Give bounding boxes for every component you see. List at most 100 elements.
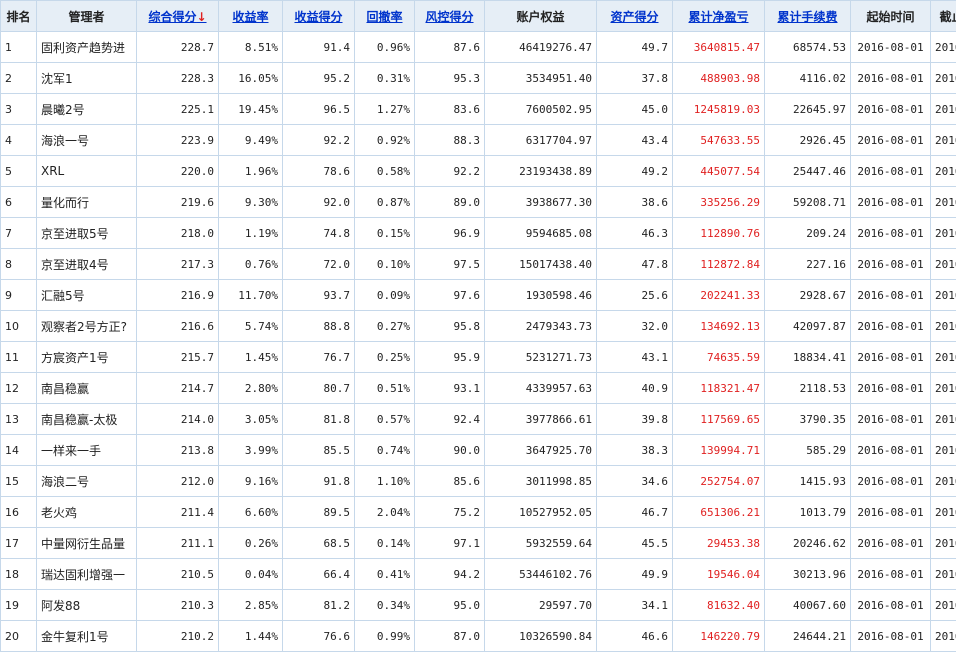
cell-risk-score: 95.3 — [415, 63, 485, 94]
cell-risk-score: 89.0 — [415, 187, 485, 218]
cell-start-time: 2016-08-01 — [851, 94, 931, 125]
sort-cum-pnl[interactable]: 累计净盈亏 — [673, 1, 765, 32]
cell-rank: 9 — [1, 280, 37, 311]
cell-end-time: 2016-08-11 — [931, 342, 956, 373]
cell-return-score: 88.8 — [283, 311, 355, 342]
cell-drawdown: 0.15% — [355, 218, 415, 249]
cell-equity: 3534951.40 — [485, 63, 597, 94]
cell-composite-score: 216.6 — [137, 311, 219, 342]
cell-cum-fee: 68574.53 — [765, 32, 851, 63]
cell-composite-score: 216.9 — [137, 280, 219, 311]
cell-asset-score: 49.7 — [597, 32, 673, 63]
cell-cum-fee: 59208.71 — [765, 187, 851, 218]
cell-return-score: 66.4 — [283, 559, 355, 590]
cell-asset-score: 46.7 — [597, 497, 673, 528]
cell-end-time: 2016-08-11 — [931, 156, 956, 187]
cell-return-rate: 16.05% — [219, 63, 283, 94]
table-row: 14一样来一手213.83.99%85.50.74%90.03647925.70… — [1, 435, 956, 466]
cell-cum-fee: 1013.79 — [765, 497, 851, 528]
cell-end-time: 2016-08-11 — [931, 497, 956, 528]
cell-equity: 4339957.63 — [485, 373, 597, 404]
cell-end-time: 2016-08-11 — [931, 435, 956, 466]
cell-equity: 1930598.46 — [485, 280, 597, 311]
cell-risk-score: 96.9 — [415, 218, 485, 249]
cell-start-time: 2016-08-01 — [851, 466, 931, 497]
cell-start-time: 2016-08-01 — [851, 187, 931, 218]
cell-cum-pnl: 19546.04 — [673, 559, 765, 590]
cell-risk-score: 87.0 — [415, 621, 485, 652]
cell-start-time: 2016-08-01 — [851, 373, 931, 404]
cell-rank: 19 — [1, 590, 37, 621]
cell-return-score: 92.0 — [283, 187, 355, 218]
table-row: 4海浪一号223.99.49%92.20.92%88.36317704.9743… — [1, 125, 956, 156]
cell-return-rate: 2.80% — [219, 373, 283, 404]
cell-cum-pnl: 488903.98 — [673, 63, 765, 94]
cell-rank: 10 — [1, 311, 37, 342]
cell-start-time: 2016-08-01 — [851, 249, 931, 280]
cell-start-time: 2016-08-01 — [851, 63, 931, 94]
sort-drawdown[interactable]: 回撤率 — [355, 1, 415, 32]
cell-equity: 3647925.70 — [485, 435, 597, 466]
cell-cum-fee: 24644.21 — [765, 621, 851, 652]
cell-end-time: 2016-08-10 — [931, 125, 956, 156]
cell-asset-score: 46.3 — [597, 218, 673, 249]
cell-composite-score: 215.7 — [137, 342, 219, 373]
table-row: 9汇融5号216.911.70%93.70.09%97.61930598.462… — [1, 280, 956, 311]
header-composite-label: 综合得分 — [148, 10, 196, 24]
sort-return-rate[interactable]: 收益率 — [219, 1, 283, 32]
cell-drawdown: 0.92% — [355, 125, 415, 156]
cell-end-time: 2016-08-11 — [931, 404, 956, 435]
cell-drawdown: 1.27% — [355, 94, 415, 125]
cell-equity: 3938677.30 — [485, 187, 597, 218]
sort-return-score[interactable]: 收益得分 — [283, 1, 355, 32]
cell-asset-score: 45.0 — [597, 94, 673, 125]
cell-return-score: 81.2 — [283, 590, 355, 621]
cell-end-time: 2016-08-11 — [931, 218, 956, 249]
cell-return-score: 95.2 — [283, 63, 355, 94]
cell-manager: 一样来一手 — [37, 435, 137, 466]
cell-risk-score: 90.0 — [415, 435, 485, 466]
cell-drawdown: 0.51% — [355, 373, 415, 404]
sort-asset-score[interactable]: 资产得分 — [597, 1, 673, 32]
header-equity: 账户权益 — [485, 1, 597, 32]
cell-asset-score: 39.8 — [597, 404, 673, 435]
cell-drawdown: 0.34% — [355, 590, 415, 621]
cell-return-score: 93.7 — [283, 280, 355, 311]
cell-start-time: 2016-08-01 — [851, 156, 931, 187]
cell-cum-fee: 20246.62 — [765, 528, 851, 559]
cell-cum-pnl: 3640815.47 — [673, 32, 765, 63]
cell-cum-pnl: 146220.79 — [673, 621, 765, 652]
cell-return-rate: 0.04% — [219, 559, 283, 590]
cell-drawdown: 0.10% — [355, 249, 415, 280]
sort-cum-fee[interactable]: 累计手续费 — [765, 1, 851, 32]
cell-end-time: 2016-08-11 — [931, 63, 956, 94]
cell-end-time: 2016-08-11 — [931, 311, 956, 342]
sort-risk-score[interactable]: 风控得分 — [415, 1, 485, 32]
cell-asset-score: 32.0 — [597, 311, 673, 342]
cell-equity: 23193438.89 — [485, 156, 597, 187]
sort-composite-score[interactable]: 综合得分↓ — [137, 1, 219, 32]
cell-start-time: 2016-08-01 — [851, 497, 931, 528]
cell-rank: 15 — [1, 466, 37, 497]
cell-risk-score: 97.6 — [415, 280, 485, 311]
cell-cum-fee: 2926.45 — [765, 125, 851, 156]
cell-asset-score: 43.1 — [597, 342, 673, 373]
header-end-time: 截止时间 — [931, 1, 956, 32]
cell-cum-pnl: 81632.40 — [673, 590, 765, 621]
cell-composite-score: 211.1 — [137, 528, 219, 559]
cell-return-rate: 11.70% — [219, 280, 283, 311]
cell-composite-score: 223.9 — [137, 125, 219, 156]
cell-composite-score: 225.1 — [137, 94, 219, 125]
cell-start-time: 2016-08-01 — [851, 435, 931, 466]
cell-manager: 京至进取4号 — [37, 249, 137, 280]
table-row: 17中量网衍生品量211.10.26%68.50.14%97.15932559.… — [1, 528, 956, 559]
cell-start-time: 2016-08-01 — [851, 311, 931, 342]
cell-start-time: 2016-08-01 — [851, 32, 931, 63]
cell-cum-fee: 22645.97 — [765, 94, 851, 125]
cell-equity: 5932559.64 — [485, 528, 597, 559]
cell-cum-fee: 25447.46 — [765, 156, 851, 187]
cell-manager: 老火鸡 — [37, 497, 137, 528]
table-row: 10观察者2号方正?216.65.74%88.80.27%95.82479343… — [1, 311, 956, 342]
cell-equity: 10326590.84 — [485, 621, 597, 652]
cell-cum-pnl: 112872.84 — [673, 249, 765, 280]
